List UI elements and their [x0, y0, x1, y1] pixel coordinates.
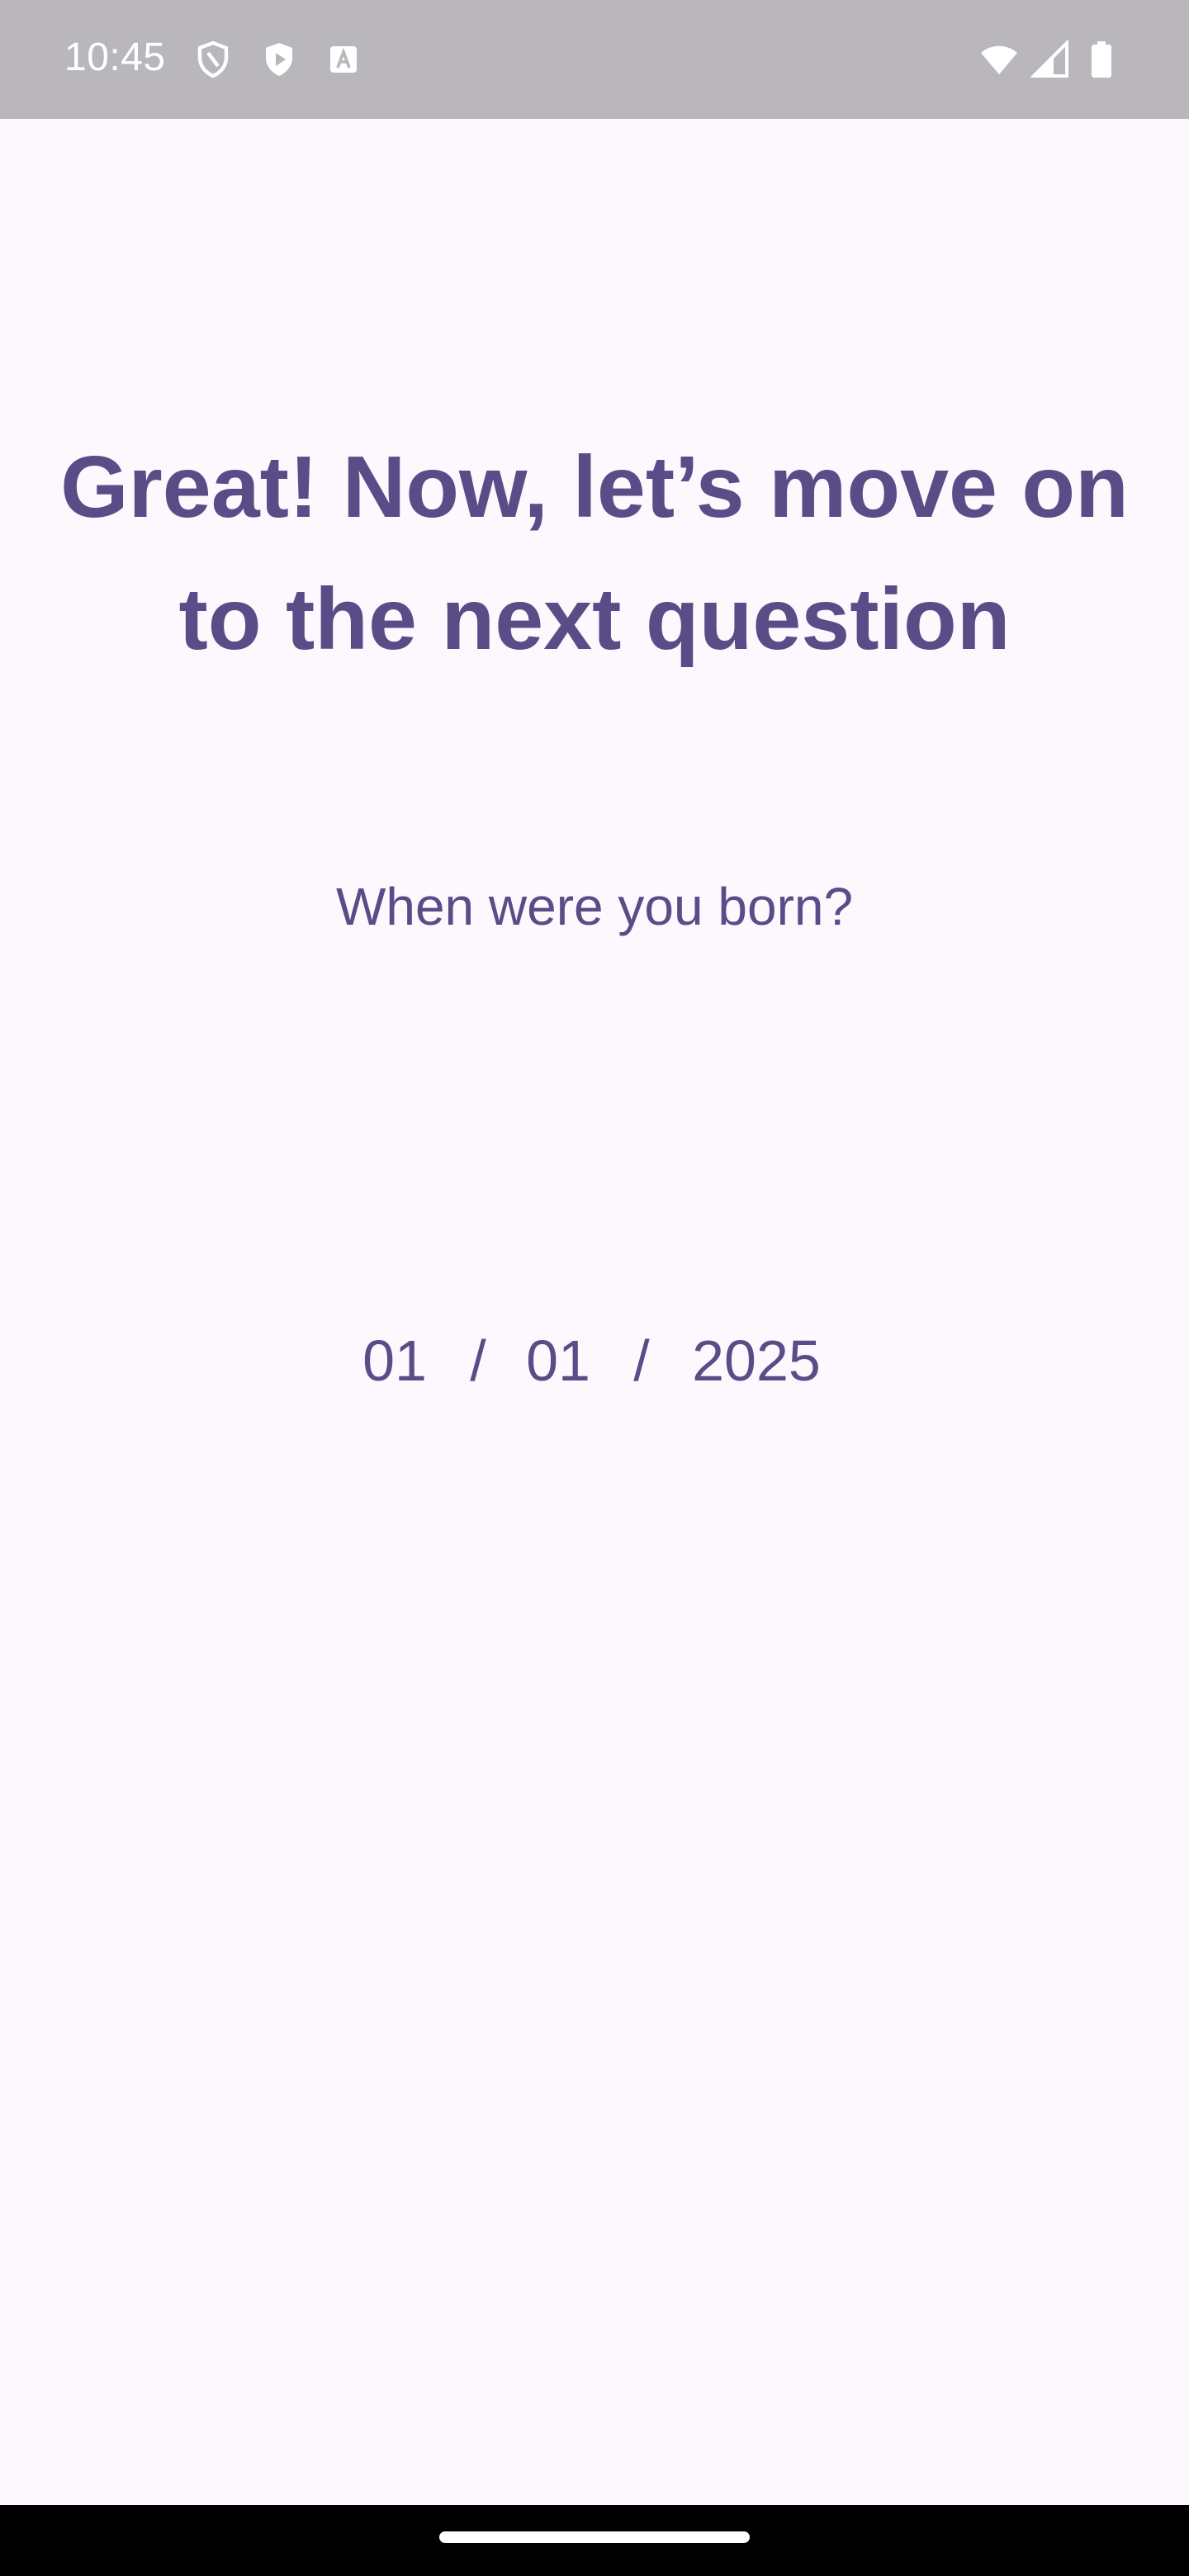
battery-icon — [1082, 40, 1121, 79]
navigation-bar — [0, 2505, 1189, 2576]
birth-date-input: 01 / 01 / 2025 — [0, 1319, 1189, 1402]
month-field[interactable]: 01 — [517, 1319, 599, 1402]
status-time: 10:45 — [64, 36, 166, 79]
signal-icon — [1030, 40, 1070, 79]
shield-icon — [193, 40, 233, 79]
page-title: Great! Now, let’s move on to the next qu… — [60, 438, 1129, 668]
year-field[interactable]: 2025 — [682, 1319, 831, 1402]
question-label: When were you born? — [335, 877, 854, 936]
wifi-icon — [979, 40, 1019, 79]
date-separator: / — [633, 1328, 650, 1393]
status-bar: 10:45 — [0, 0, 1189, 119]
home-gesture-handle[interactable] — [439, 2531, 750, 2543]
day-field[interactable]: 01 — [353, 1319, 436, 1402]
date-separator: / — [470, 1328, 486, 1393]
play-protect-icon — [259, 40, 299, 79]
keyboard-a-icon — [324, 40, 363, 79]
